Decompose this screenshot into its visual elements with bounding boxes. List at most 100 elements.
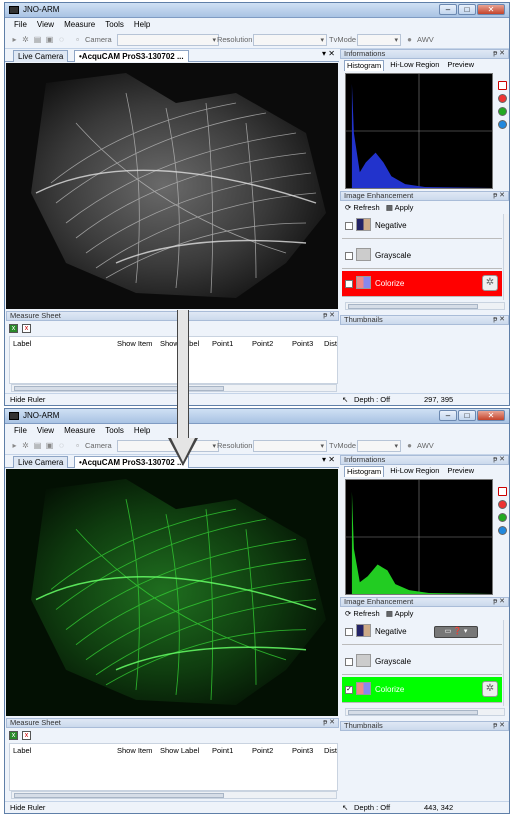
capture-icon[interactable]: ▤	[33, 35, 42, 44]
tab-hi-low-region[interactable]: Hi-Low Region	[388, 60, 441, 71]
menu-tools[interactable]: Tools	[105, 424, 124, 437]
refresh-icon[interactable]: ◌	[57, 441, 66, 450]
apply-button[interactable]: ▦ Apply	[386, 203, 414, 212]
depth-status: Depth : Off	[354, 803, 391, 812]
refresh-icon[interactable]: ◌	[57, 35, 66, 44]
camera-select[interactable]: ▾	[117, 34, 219, 46]
menu-measure[interactable]: Measure	[64, 424, 95, 437]
panel-controls[interactable]: ᵽ ✕	[493, 316, 505, 324]
tab-histogram[interactable]: Histogram	[344, 60, 385, 71]
measure-hscroll[interactable]	[11, 384, 337, 392]
menu-tools[interactable]: Tools	[105, 18, 124, 31]
panel-controls[interactable]: ᵽ ✕	[493, 192, 505, 200]
maximize-button[interactable]: □	[458, 4, 476, 15]
measure-sheet-header: Measure Sheet ᵽ ✕	[6, 718, 339, 728]
awv-label[interactable]: AWV	[417, 35, 434, 44]
hide-ruler-status[interactable]: Hide Ruler	[10, 802, 45, 813]
menu-measure[interactable]: Measure	[64, 18, 95, 31]
awv-label[interactable]: AWV	[417, 441, 434, 450]
apply-button[interactable]: ▦ Apply	[386, 609, 414, 618]
tab-preview[interactable]: Preview	[445, 466, 476, 477]
tvmode-select[interactable]: ▾	[357, 34, 401, 46]
refresh-button[interactable]: ⟳ Refresh	[345, 609, 380, 618]
measure-table[interactable]: Label Show Item Show Label Point1 Point2…	[9, 336, 338, 384]
menu-help[interactable]: Help	[134, 18, 150, 31]
thumbnails-header: Thumbnails ᵽ ✕	[340, 315, 509, 325]
image-viewer[interactable]	[6, 63, 338, 309]
export-excel-icon[interactable]: x	[9, 324, 18, 333]
resolution-select[interactable]: ▾	[253, 440, 327, 452]
menu-view[interactable]: View	[37, 18, 54, 31]
refresh-button[interactable]: ⟳ Refresh	[345, 203, 380, 212]
record-icon[interactable]: ▣	[45, 441, 54, 450]
measure-hscroll[interactable]	[11, 791, 337, 799]
negative-row[interactable]: Negative ▭ ❓ ▾	[342, 619, 502, 645]
delete-icon[interactable]: x	[22, 731, 31, 740]
menu-file[interactable]: File	[14, 424, 27, 437]
enhancement-hscroll[interactable]	[345, 708, 505, 716]
colorize-checkbox[interactable]	[345, 280, 353, 288]
colorize-row[interactable]: Colorize ✲	[342, 271, 502, 297]
tab-hi-low-region[interactable]: Hi-Low Region	[388, 466, 441, 477]
maximize-button[interactable]: □	[458, 410, 476, 421]
tab-live-camera[interactable]: Live Camera	[13, 50, 69, 62]
red-channel-button[interactable]	[498, 94, 507, 103]
gear-icon[interactable]: ✲	[482, 681, 498, 697]
tvmode-select[interactable]: ▾	[357, 440, 401, 452]
menu-view[interactable]: View	[37, 424, 54, 437]
blue-channel-button[interactable]	[498, 120, 507, 129]
grayscale-row[interactable]: Grayscale	[342, 243, 502, 269]
tab-acqucam[interactable]: •AcquCAM ProS3-130702 ...	[74, 50, 189, 62]
menu-help[interactable]: Help	[134, 424, 150, 437]
tab-controls[interactable]: ▾ ✕	[322, 49, 335, 58]
settings-icon[interactable]: ✲	[21, 441, 30, 450]
grayscale-checkbox[interactable]	[345, 658, 353, 666]
record-icon[interactable]: ▣	[45, 35, 54, 44]
hide-ruler-status[interactable]: Hide Ruler	[10, 394, 45, 405]
green-channel-button[interactable]	[498, 107, 507, 116]
blue-channel-button[interactable]	[498, 526, 507, 535]
delete-icon[interactable]: x	[22, 324, 31, 333]
panel-controls[interactable]: ᵽ ✕	[323, 719, 335, 727]
capture-icon[interactable]: ▤	[33, 441, 42, 450]
panel-controls[interactable]: ᵽ ✕	[493, 598, 505, 606]
minimize-button[interactable]: –	[439, 410, 457, 421]
menu-file[interactable]: File	[14, 18, 27, 31]
measure-table[interactable]: Label Show Item Show Label Point1 Point2…	[9, 743, 338, 791]
settings-icon[interactable]: ✲	[21, 35, 30, 44]
play-icon[interactable]: ▸	[10, 441, 19, 450]
play-icon[interactable]: ▸	[10, 35, 19, 44]
tab-live-camera[interactable]: Live Camera	[13, 456, 69, 468]
negative-checkbox[interactable]	[345, 222, 353, 230]
enhancement-vscroll[interactable]	[503, 214, 509, 300]
negative-checkbox[interactable]	[345, 628, 353, 636]
close-button[interactable]: ✕	[477, 4, 505, 15]
close-button[interactable]: ✕	[477, 410, 505, 421]
red-channel-button[interactable]	[498, 500, 507, 509]
negative-options-control[interactable]: ▭ ❓ ▾	[434, 626, 478, 638]
rgb-channel-icon[interactable]	[498, 81, 507, 90]
grayscale-checkbox[interactable]	[345, 252, 353, 260]
enhancement-vscroll[interactable]	[503, 620, 509, 706]
colorize-row[interactable]: ✓ Colorize ✲	[342, 677, 502, 703]
tab-histogram[interactable]: Histogram	[344, 466, 385, 477]
negative-thumb	[356, 218, 371, 231]
rgb-channel-icon[interactable]	[498, 487, 507, 496]
image-viewer[interactable]	[6, 469, 338, 716]
colorize-checkbox[interactable]: ✓	[345, 686, 353, 694]
panel-controls[interactable]: ᵽ ✕	[323, 312, 335, 320]
resolution-select[interactable]: ▾	[253, 34, 327, 46]
panel-controls[interactable]: ᵽ ✕	[493, 456, 505, 464]
tab-controls[interactable]: ▾ ✕	[322, 455, 335, 464]
negative-row[interactable]: Negative	[342, 213, 502, 239]
enhancement-hscroll[interactable]	[345, 302, 505, 310]
cell-image-colorized	[6, 469, 338, 716]
gear-icon[interactable]: ✲	[482, 275, 498, 291]
green-channel-button[interactable]	[498, 513, 507, 522]
minimize-button[interactable]: –	[439, 4, 457, 15]
grayscale-row[interactable]: Grayscale	[342, 649, 502, 675]
tab-preview[interactable]: Preview	[445, 60, 476, 71]
panel-controls[interactable]: ᵽ ✕	[493, 722, 505, 730]
panel-controls[interactable]: ᵽ ✕	[493, 50, 505, 58]
export-excel-icon[interactable]: x	[9, 731, 18, 740]
